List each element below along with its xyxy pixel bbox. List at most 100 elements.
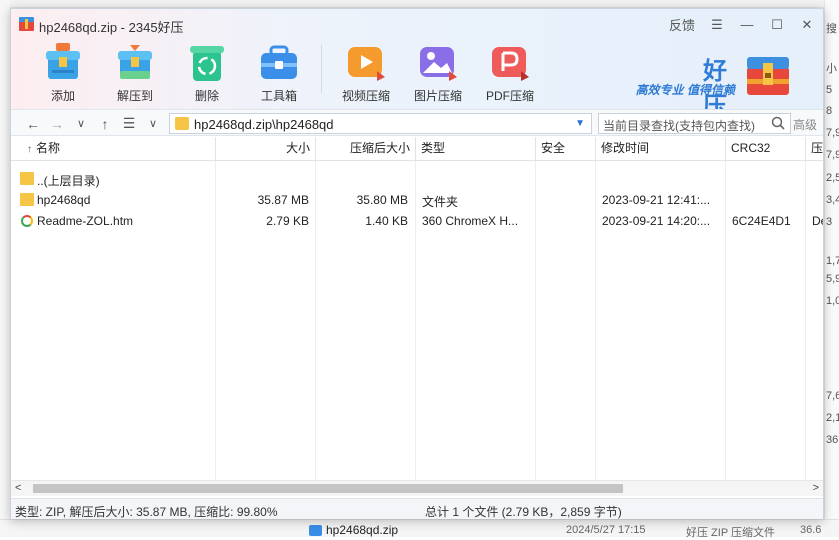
- column-name[interactable]: ↑名称: [11, 137, 216, 161]
- background-file-size: 36.6: [800, 524, 821, 536]
- search-input[interactable]: 当前目录查找(支持包内查找): [598, 113, 791, 134]
- add-archive-icon: [42, 41, 84, 83]
- brand-slogan: 高效专业 值得信赖: [636, 81, 735, 98]
- history-dropdown-icon[interactable]: ∨: [73, 117, 89, 130]
- view-mode-dropdown-icon[interactable]: ∨: [145, 117, 161, 130]
- zip-file-icon: [309, 525, 322, 536]
- background-value: 1,7: [826, 255, 839, 267]
- file-name: hp2468qd: [37, 193, 90, 207]
- background-value: 2,1: [826, 412, 839, 424]
- background-value: 36,3: [826, 434, 839, 446]
- file-packed-size: 35.80 MB: [316, 193, 408, 207]
- column-modified[interactable]: 修改时间: [596, 137, 726, 161]
- haozip-app-icon: [19, 17, 34, 31]
- add-button[interactable]: 添加: [33, 41, 93, 104]
- recycle-icon: [186, 41, 228, 83]
- column-size[interactable]: 大小: [216, 137, 316, 161]
- background-value: 5: [826, 84, 832, 96]
- background-left-edge: [0, 0, 10, 537]
- minimize-button[interactable]: —: [739, 17, 755, 33]
- background-value: 5,9: [826, 273, 839, 285]
- background-file-name: hp2468qd.zip: [326, 523, 398, 537]
- pdf-compress-icon: [489, 41, 531, 83]
- background-window-edge: [0, 0, 839, 8]
- add-label: 添加: [51, 87, 75, 104]
- file-name: Readme-ZOL.htm: [37, 214, 133, 228]
- file-type: 360 ChromeX H...: [422, 214, 518, 228]
- extract-label: 解压到: [117, 87, 153, 104]
- toolbox-button[interactable]: 工具箱: [249, 41, 309, 104]
- path-dropdown-icon[interactable]: ▼: [575, 118, 585, 129]
- table-row[interactable]: Readme-ZOL.htm 2.79 KB 1.40 KB 360 Chrom…: [11, 211, 823, 232]
- table-row[interactable]: hp2468qd 35.87 MB 35.80 MB 文件夹 2023-09-2…: [11, 190, 823, 211]
- file-size: 35.87 MB: [216, 193, 309, 207]
- up-arrow-icon[interactable]: ↑: [97, 116, 113, 132]
- file-name: ..(上层目录): [37, 172, 100, 189]
- column-crc32[interactable]: CRC32: [726, 137, 806, 161]
- address-bar: ← → ∨ ↑ ☰ ∨ hp2468qd.zip\hp2468qd ▼ 当前目录…: [11, 109, 823, 136]
- delete-label: 删除: [195, 87, 219, 104]
- video-compress-label: 视频压缩: [342, 87, 390, 104]
- column-truncated[interactable]: 压: [806, 137, 823, 161]
- pdf-compress-label: PDF压缩: [486, 87, 534, 104]
- window-controls: 反馈 ☰ — ☐ ✕: [669, 15, 815, 34]
- file-modified: 2023-09-21 12:41:...: [602, 193, 710, 207]
- background-value: 3,4: [826, 194, 839, 206]
- haozip-logo-icon: [745, 53, 791, 97]
- table-row[interactable]: ..(上层目录): [11, 169, 823, 190]
- extract-icon: [114, 41, 156, 83]
- toolbox-icon: [258, 41, 300, 83]
- background-value: 小: [826, 60, 837, 76]
- extract-button[interactable]: 解压到: [105, 41, 165, 104]
- window-title: hp2468qd.zip - 2345好压: [39, 17, 184, 36]
- pdf-compress-button[interactable]: PDF压缩: [480, 41, 540, 104]
- folder-icon: [175, 117, 189, 130]
- navigation-buttons: ← → ∨ ↑ ☰ ∨: [25, 115, 161, 132]
- file-list: ↑名称 大小 压缩后大小 类型 安全 修改时间 CRC32 压 ..(上层目录)…: [11, 137, 823, 487]
- image-compress-button[interactable]: 图片压缩: [408, 41, 468, 104]
- background-file-row[interactable]: hp2468qd.zip 2024/5/27 17:15 好压 ZIP 压缩文件…: [0, 519, 839, 537]
- scroll-left-arrow-icon[interactable]: <: [15, 482, 21, 494]
- image-compress-label: 图片压缩: [414, 87, 462, 104]
- search-placeholder: 当前目录查找(支持包内查找): [603, 117, 755, 134]
- selection-summary: 总计 1 个文件 (2.79 KB，2,859 字节): [425, 503, 622, 520]
- file-size: 2.79 KB: [216, 214, 309, 228]
- file-type: 文件夹: [422, 193, 458, 210]
- background-value: 3: [826, 216, 832, 228]
- advanced-search-button[interactable]: 高级: [793, 116, 817, 133]
- html-file-icon: [21, 215, 33, 227]
- toolbar: 添加 解压到 删除: [33, 41, 552, 104]
- file-packed-size: 1.40 KB: [316, 214, 408, 228]
- haozip-window: hp2468qd.zip - 2345好压 反馈 ☰ — ☐ ✕ 添加: [10, 8, 824, 519]
- path-input[interactable]: hp2468qd.zip\hp2468qd ▼: [169, 113, 592, 134]
- column-security[interactable]: 安全: [536, 137, 596, 161]
- folder-icon: [20, 172, 34, 185]
- maximize-button[interactable]: ☐: [769, 17, 785, 33]
- column-packed-size[interactable]: 压缩后大小: [316, 137, 416, 161]
- horizontal-scrollbar[interactable]: < >: [11, 480, 823, 496]
- view-mode-icon[interactable]: ☰: [121, 115, 137, 132]
- background-value: 7,6: [826, 390, 839, 402]
- path-text: hp2468qd.zip\hp2468qd: [194, 117, 334, 132]
- video-compress-icon: [345, 41, 387, 83]
- column-header-row: ↑名称 大小 压缩后大小 类型 安全 修改时间 CRC32 压: [11, 137, 823, 161]
- forward-arrow-icon[interactable]: →: [49, 116, 65, 132]
- scroll-right-arrow-icon[interactable]: >: [813, 482, 819, 494]
- toolbar-separator: [321, 45, 322, 93]
- video-compress-button[interactable]: 视频压缩: [336, 41, 396, 104]
- close-button[interactable]: ✕: [799, 17, 815, 33]
- folder-icon: [20, 193, 34, 206]
- back-arrow-icon[interactable]: ←: [25, 116, 41, 132]
- sort-arrow-icon: ↑: [27, 144, 32, 155]
- file-extra: De: [812, 214, 823, 228]
- search-icon[interactable]: [771, 116, 785, 130]
- background-file-list-column: 搜小587,97,92,53,431,75,91,07,62,136,3: [824, 0, 839, 537]
- background-value: 7,9: [826, 127, 839, 139]
- column-type[interactable]: 类型: [416, 137, 536, 161]
- toolbox-label: 工具箱: [261, 87, 297, 104]
- feedback-link[interactable]: 反馈: [669, 15, 695, 34]
- scrollbar-thumb[interactable]: [33, 484, 623, 493]
- file-modified: 2023-09-21 14:20:...: [602, 214, 710, 228]
- menu-icon[interactable]: ☰: [709, 17, 725, 33]
- delete-button[interactable]: 删除: [177, 41, 237, 104]
